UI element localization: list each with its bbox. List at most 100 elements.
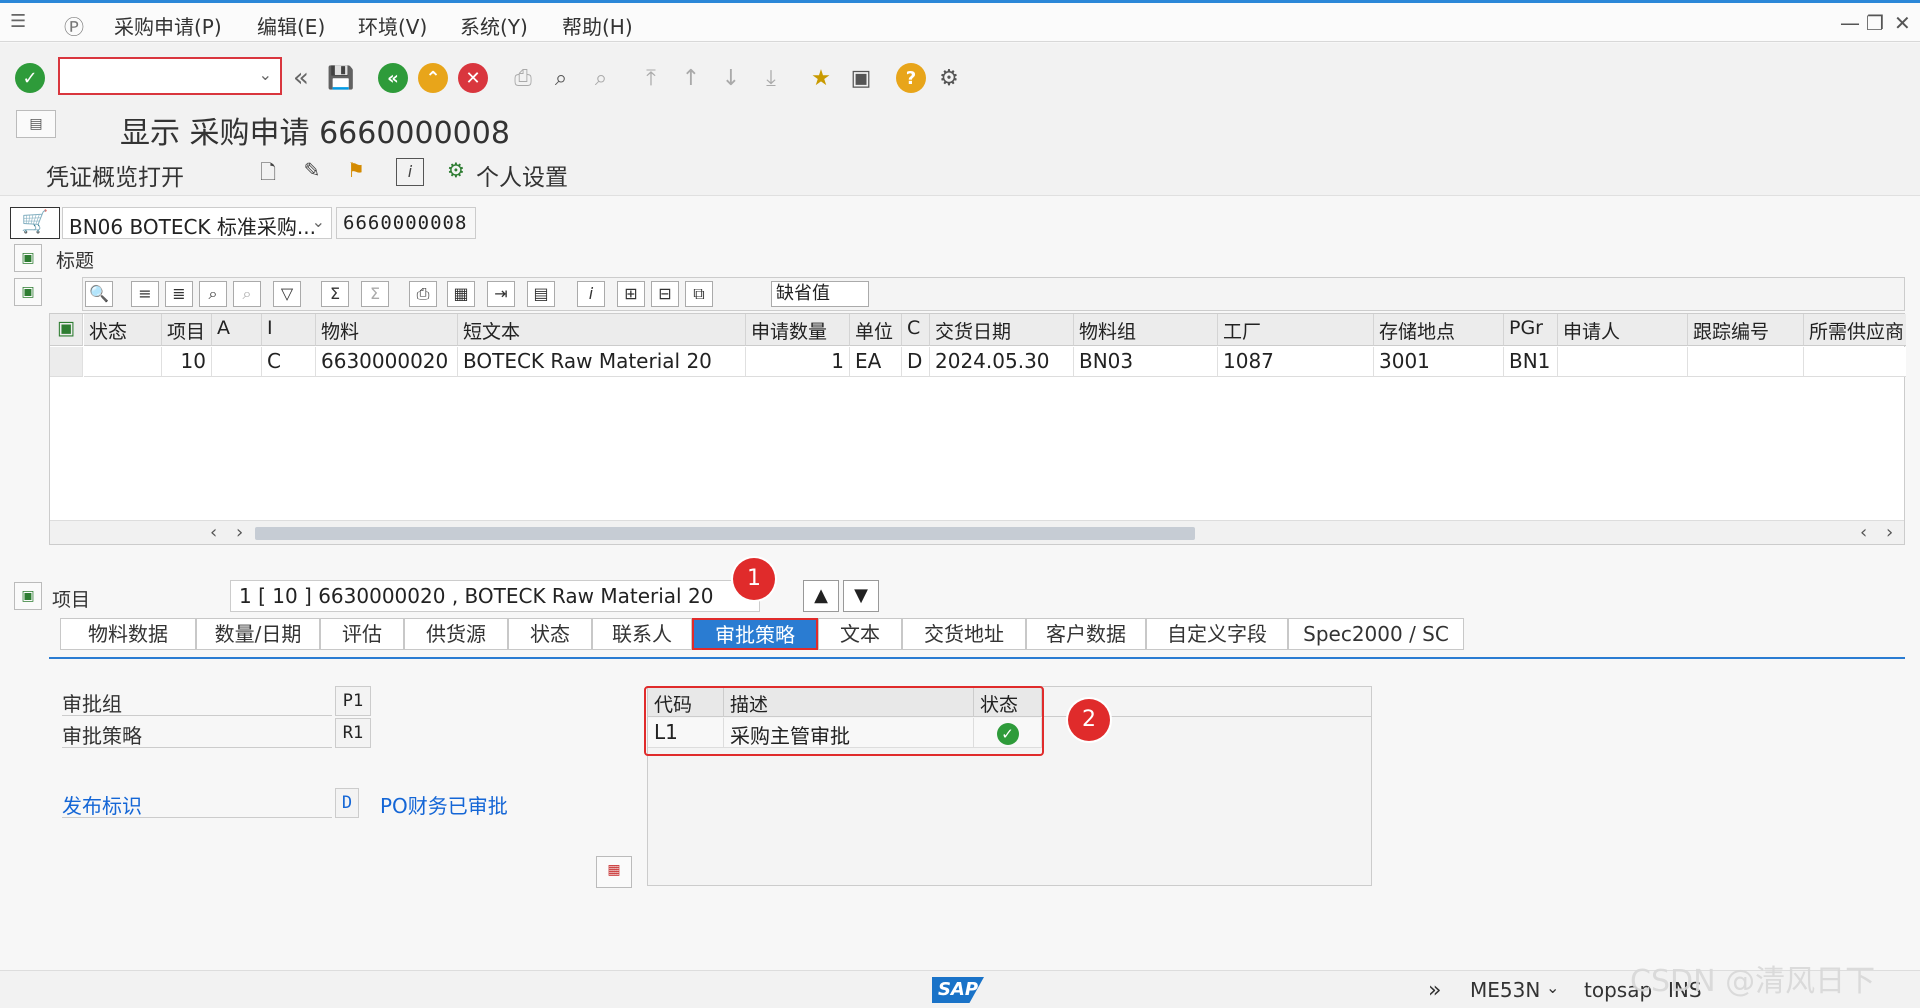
tab-custom-fields[interactable]: 自定义字段 [1146,618,1288,650]
enter-check-icon[interactable]: ✓ [15,63,45,93]
menu-environment[interactable]: 环境(V) [358,11,427,40]
collapse-items-icon[interactable]: ▣ [14,278,42,306]
transaction-code[interactable]: ME53N [1470,978,1540,1002]
table-cell[interactable]: EA [850,347,902,377]
create-session-icon[interactable]: ★ [806,63,836,93]
views-icon[interactable]: ▦ [447,281,475,307]
column-header[interactable]: A [212,314,262,346]
menu-system[interactable]: 系统(Y) [460,11,528,40]
find-icon[interactable]: ⌕ [199,281,227,307]
table-cell[interactable]: 6630000020 [316,347,458,377]
column-header[interactable]: 短文本 [458,314,746,346]
table-cell[interactable]: C [262,347,316,377]
document-overview-button[interactable]: 凭证概览打开 [46,158,184,192]
next-page-icon[interactable]: ↓ [716,63,746,93]
column-header[interactable]: PGr [1504,314,1558,346]
column-header[interactable]: 工厂 [1218,314,1374,346]
expand-status-icon[interactable]: » [1428,978,1441,1003]
command-field[interactable]: ⌄ [58,57,282,95]
scroll-left-icon[interactable]: ‹ [210,522,217,543]
tab-source-of-supply[interactable]: 供货源 [404,618,508,650]
column-header[interactable]: 跟踪编号 [1688,314,1804,346]
table-cell[interactable]: 10 [162,347,212,377]
back-icon[interactable]: « [378,63,408,93]
exit-icon[interactable]: ⌃ [418,63,448,93]
column-header[interactable]: 状态 [84,314,162,346]
column-header[interactable]: I [262,314,316,346]
horizontal-scrollbar[interactable]: ‹ › ‹ › [50,520,1904,544]
column-header[interactable]: 申请人 [1558,314,1688,346]
info-icon[interactable]: i [577,281,605,307]
screen-menu-icon[interactable]: ▤ [16,110,56,138]
new-document-icon[interactable]: 🗋 [254,158,282,186]
default-values-button[interactable]: 缺省值 [771,281,869,307]
save-icon[interactable]: 💾 [326,63,356,93]
sum-icon[interactable]: Σ [321,281,349,307]
item-select-field[interactable]: 1 [ 10 ] 6630000020 , BOTECK Raw Materia… [230,580,760,612]
tab-spec2000[interactable]: Spec2000 / SC [1288,618,1464,650]
find-next-icon[interactable]: ⌕ [233,281,261,307]
release-options-icon[interactable]: ▦ [596,856,632,888]
table-cell[interactable]: BN1 [1504,347,1558,377]
table-cell[interactable] [1804,347,1906,377]
tab-contact-person[interactable]: 联系人 [592,618,692,650]
column-header[interactable]: 单位 [850,314,902,346]
add-row-icon[interactable]: ⊞ [617,281,645,307]
tab-delivery-address[interactable]: 交货地址 [902,618,1026,650]
delete-row-icon[interactable]: ⊟ [651,281,679,307]
previous-page-icon[interactable]: ↑ [676,63,706,93]
subtotal-icon[interactable]: Σ [361,281,389,307]
hold-icon[interactable]: ⚑ [342,158,370,186]
export-icon[interactable]: ⇥ [487,281,515,307]
menu-toggle-icon[interactable]: ☰ [10,11,26,32]
menu-edit[interactable]: 编辑(E) [257,11,325,40]
table-cell[interactable]: BN03 [1074,347,1218,377]
table-cell[interactable] [84,347,162,377]
column-header[interactable]: 存储地点 [1374,314,1504,346]
tab-release-strategy[interactable]: 审批策略 [692,618,818,650]
tab-status[interactable]: 状态 [508,618,592,650]
release-strategy-value[interactable]: R1 [335,718,371,748]
collapse-icon[interactable]: « [286,63,316,93]
table-cell[interactable] [212,347,262,377]
release-indicator-value[interactable]: D [335,788,359,818]
column-header[interactable]: 物料 [316,314,458,346]
sort-ascending-icon[interactable]: ≡ [131,281,159,307]
tab-quantity-date[interactable]: 数量/日期 [196,618,320,650]
column-header[interactable]: 交货日期 [930,314,1074,346]
document-number-field[interactable]: 6660000008 [336,207,476,239]
minimize-icon[interactable]: — [1840,11,1860,35]
chevron-down-icon[interactable]: ⌄ [1546,978,1559,997]
personal-settings-icon[interactable]: ⚙ [442,158,470,186]
table-cell[interactable] [1688,347,1804,377]
scroll-right-icon[interactable]: › [236,522,243,543]
print-icon[interactable]: ⎙ [409,281,437,307]
column-header[interactable]: 所需供应商 [1804,314,1906,346]
tab-texts[interactable]: 文本 [818,618,902,650]
menu-help[interactable]: 帮助(H) [562,11,633,40]
layout-icon[interactable]: ▤ [527,281,555,307]
next-item-icon[interactable]: ▼ [843,580,879,612]
previous-item-icon[interactable]: ▲ [803,580,839,612]
table-cell[interactable]: BOTECK Raw Material 20 [458,347,746,377]
filter-icon[interactable]: ▽ [273,281,301,307]
column-header[interactable]: C [902,314,930,346]
close-window-icon[interactable]: ✕ [1894,11,1911,35]
menu-purchase-req[interactable]: 采购申请(P) [114,11,222,40]
document-type-select[interactable]: BN06 BOTECK 标准采购... ⌄ [62,207,332,239]
cancel-icon[interactable]: ✕ [458,63,488,93]
chevron-down-icon[interactable]: ⌄ [312,212,325,231]
detail-icon[interactable]: 🔍 [85,281,113,307]
info-icon[interactable]: i [396,158,424,186]
display-change-icon[interactable]: ✎ [298,158,326,186]
tab-customer-data[interactable]: 客户数据 [1026,618,1146,650]
scroll-left-icon[interactable]: ‹ [1860,522,1867,543]
restore-icon[interactable]: ❐ [1866,11,1884,35]
release-indicator-label[interactable]: 发布标识 [62,788,332,818]
scroll-right-icon[interactable]: › [1886,522,1893,543]
table-cell[interactable] [1558,347,1688,377]
sap-menu-icon[interactable]: Ⓟ [64,11,84,40]
help-icon[interactable]: ? [896,63,926,93]
sort-descending-icon[interactable]: ≣ [165,281,193,307]
collapse-item-detail-icon[interactable]: ▣ [14,582,42,610]
